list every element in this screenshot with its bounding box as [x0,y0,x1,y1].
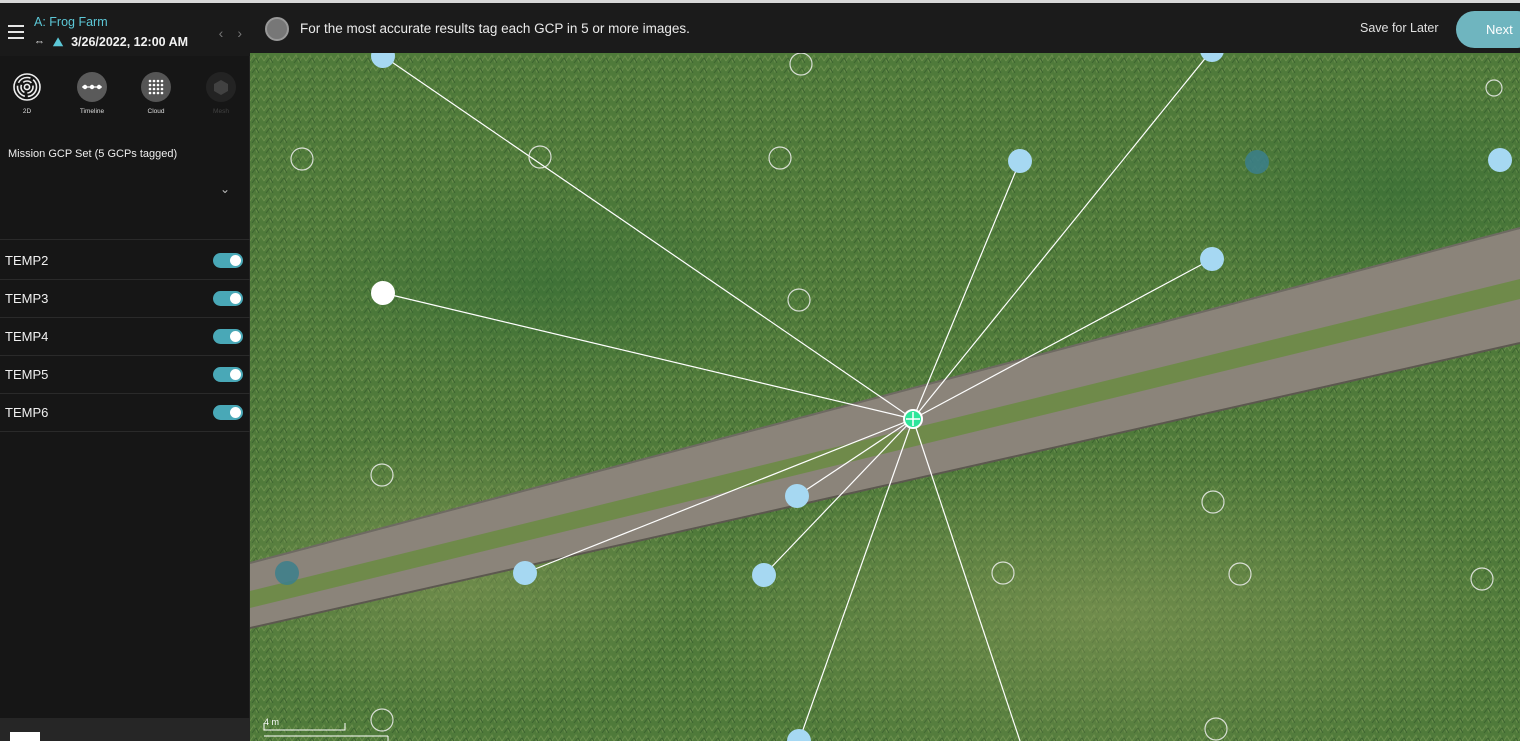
date-nav: ‹ › [219,25,242,41]
tab-cloud-label: Cloud [147,108,165,115]
tagged-point [1008,149,1032,173]
survey-icon: ⛰ [53,34,64,49]
gcp-name: TEMP5 [5,367,49,382]
footer-thumbnail[interactable] [10,732,40,741]
gcp-row[interactable]: TEMP3 [0,280,250,318]
tab-timeline-label: Timeline [79,108,105,115]
tagged-point [1200,247,1224,271]
timeline-icon [77,72,107,102]
gcp-name: TEMP6 [5,405,49,420]
next-date-icon[interactable]: › [237,25,242,41]
tab-cloud[interactable]: Cloud [134,72,178,115]
tab-mesh-label: Mesh [213,108,229,115]
sidebar-header: A: Frog Farm ⇔ ⛰ 3/26/2022, 12:00 AM ‹ › [0,0,250,56]
tagged-point [513,561,537,585]
gcp-row[interactable]: TEMP6 [0,394,250,432]
view-tabs: 2D Timeline Cloud Mesh [0,72,250,122]
gcp-row[interactable]: TEMP2 [0,242,250,280]
sidebar: A: Frog Farm ⇔ ⛰ 3/26/2022, 12:00 AM ‹ ›… [0,0,250,741]
gcp-toggle[interactable] [213,405,243,420]
gcp-name: TEMP3 [5,291,49,306]
gcp-row[interactable]: TEMP4 [0,318,250,356]
gcp-toggle[interactable] [213,329,243,344]
gcp-row[interactable]: TEMP5 [0,356,250,394]
gcp-name: TEMP2 [5,253,49,268]
selected-point [371,281,395,305]
gcp-list: TEMP2 TEMP3 TEMP4 TEMP5 TEMP6 [0,242,250,432]
gcp-toggle[interactable] [213,253,243,268]
top-bar: For the most accurate results tag each G… [250,0,1520,53]
tagged-point [752,563,776,587]
lush-grass-patch [290,173,810,393]
project-name[interactable]: A: Frog Farm [34,15,108,29]
next-button[interactable]: Next [1456,11,1520,48]
prev-date-icon[interactable]: ‹ [219,25,224,41]
sidebar-footer [0,718,250,741]
fingerprint-icon [12,72,42,102]
dimmed-point [1245,150,1269,174]
mesh-cube-icon [206,72,236,102]
gcp-toggle[interactable] [213,367,243,382]
tab-mesh[interactable]: Mesh [199,72,243,115]
tab-timeline[interactable]: Timeline [70,72,114,115]
gcp-target-icon [903,409,923,429]
dimmed-point [275,561,299,585]
chevron-down-icon[interactable]: ⌄ [220,182,230,196]
aerial-map[interactable]: 4 m [250,53,1520,741]
tagged-point [785,484,809,508]
tagged-point [1488,148,1512,172]
gcp-name: TEMP4 [5,329,49,344]
hamburger-menu-icon[interactable] [8,25,24,39]
tab-2d[interactable]: 2D [5,72,49,115]
gcp-toggle[interactable] [213,291,243,306]
mission-date[interactable]: 3/26/2022, 12:00 AM [71,35,188,49]
scale-label: 4 m [264,717,280,727]
status-dot-icon [265,17,289,41]
save-for-later-button[interactable]: Save for Later [1360,21,1439,35]
swap-arrows-icon[interactable]: ⇔ [34,36,45,48]
gcp-hint-banner: For the most accurate results tag each G… [300,21,690,36]
map-canvas[interactable] [250,53,1520,741]
date-row: ⇔ ⛰ 3/26/2022, 12:00 AM [34,34,188,50]
point-cloud-icon [141,72,171,102]
gcp-set-label: Mission GCP Set (5 GCPs tagged) [8,148,178,160]
tab-2d-label: 2D [22,108,32,115]
gcp-set-dropdown[interactable]: ⌄ [0,170,250,240]
